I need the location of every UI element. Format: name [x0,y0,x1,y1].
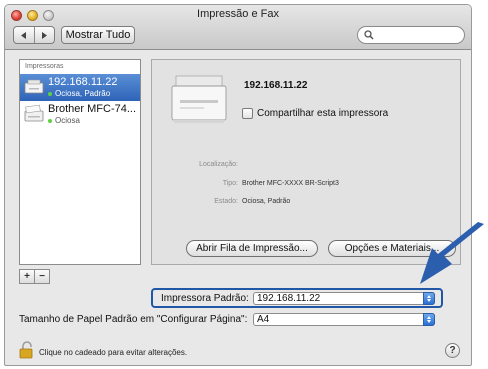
printer-status: Ociosa [48,116,80,125]
selected-printer-name: 192.168.11.22 [244,80,308,91]
default-printer-select[interactable]: 192.168.11.22 [253,292,435,305]
status-value: Ociosa, Padrão [242,198,291,205]
printer-name: 192.168.11.22 [48,76,118,88]
printer-list: Impressoras 192.168.11.22 Ociosa, Padrão… [19,59,141,265]
printer-list-header: Impressoras [25,63,64,70]
popup-arrows-icon [423,313,435,326]
type-label: Tipo: [222,180,238,187]
printer-name: Brother MFC-74... [48,103,137,115]
show-all-button[interactable]: Mostrar Tudo [61,26,135,44]
printer-image-icon [171,75,227,123]
status-label: Estado: [214,198,238,205]
default-paper-size-label: Tamanho de Papel Padrão em "Configurar P… [19,314,248,325]
default-printer-value: 192.168.11.22 [257,293,321,304]
title-bar: Impressão e Fax Mostrar Tudo [5,5,471,50]
status-dot-icon [48,91,52,96]
forward-button[interactable] [35,27,55,43]
location-label: Localização: [199,161,238,168]
multifunction-printer-icon [24,104,44,122]
printer-status-text: Ociosa, Padrão [55,89,111,98]
search-field[interactable] [357,26,465,44]
triangle-left-icon [20,31,26,39]
back-forward-control [13,26,55,44]
printer-details-panel: 192.168.11.22 Compartilhar esta impresso… [151,59,461,265]
padlock-icon[interactable] [19,341,35,359]
help-button[interactable]: ? [445,343,460,358]
status-dot-icon [48,118,52,123]
printer-status: Ociosa, Padrão [48,89,110,98]
add-printer-button[interactable]: + [20,270,35,283]
printer-list-item[interactable]: 192.168.11.22 Ociosa, Padrão [20,74,140,101]
add-remove-control: + − [19,269,50,284]
default-printer-label: Impressora Padrão: [161,293,249,304]
printer-list-item[interactable]: Brother MFC-74... Ociosa [20,101,140,128]
share-printer-checkbox[interactable]: Compartilhar esta impressora [242,108,388,119]
remove-printer-button[interactable]: − [35,270,49,283]
window-title: Impressão e Fax [197,8,279,20]
default-paper-size-select[interactable]: A4 [253,313,435,326]
laser-printer-icon [24,79,44,94]
lock-hint-text: Clique no cadeado para evitar alterações… [39,348,188,357]
default-paper-size-value: A4 [257,314,270,325]
popup-arrows-icon [423,292,435,305]
search-input[interactable] [376,28,460,42]
share-printer-label: Compartilhar esta impressora [257,108,389,119]
printer-status-text: Ociosa [55,116,80,125]
checkbox-box[interactable] [242,108,253,119]
callout-arrow-icon [420,222,484,284]
magnifier-icon [364,30,374,40]
back-button[interactable] [14,27,35,43]
triangle-right-icon [42,31,48,39]
printer-fax-preferences-window: Impressão e Fax Mostrar Tudo Impressoras [4,4,472,366]
open-print-queue-button[interactable]: Abrir Fila de Impressão... [186,240,318,257]
type-value: Brother MFC-XXXX BR-Script3 [242,180,339,187]
